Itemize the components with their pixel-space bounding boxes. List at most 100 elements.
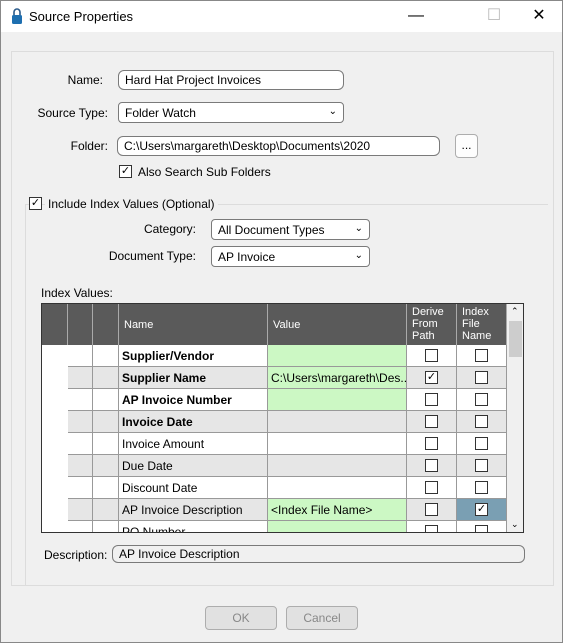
cell-value[interactable] [268, 433, 407, 455]
index-file-name-checkbox[interactable] [475, 371, 488, 384]
row-cell [93, 477, 119, 499]
header-index-file-name[interactable]: Index File Name [457, 304, 507, 345]
row-indicator[interactable] [42, 455, 68, 477]
index-file-name-checkbox[interactable] [475, 437, 488, 450]
lock-icon [12, 8, 22, 24]
row-cell [68, 389, 93, 411]
derive-from-path-checkbox[interactable] [425, 393, 438, 406]
row-name: PO Number [122, 525, 186, 533]
document-type-label: Document Type: [108, 249, 196, 263]
cell-value[interactable] [268, 521, 407, 532]
scrollbar-thumb[interactable] [509, 321, 522, 357]
header-blank [68, 304, 93, 345]
row-indicator[interactable] [42, 433, 68, 455]
row-cell [68, 433, 93, 455]
table-row[interactable]: AP Invoice Description <Index File Name> ✓ [42, 499, 507, 521]
row-value: C:\Users\margareth\Des... [271, 371, 407, 385]
minimize-button[interactable]: — [401, 5, 431, 27]
index-file-name-checkbox[interactable] [475, 415, 488, 428]
row-indicator[interactable] [42, 411, 68, 433]
maximize-button[interactable]: ☐ [479, 5, 509, 27]
scroll-down-icon[interactable]: ⌄ [511, 519, 519, 530]
cell-derive [407, 499, 457, 521]
table-row[interactable]: AP Invoice Number [42, 389, 507, 411]
cell-name: AP Invoice Number [119, 389, 268, 411]
derive-from-path-checkbox[interactable] [425, 481, 438, 494]
index-file-name-checkbox[interactable] [475, 525, 488, 532]
category-select[interactable]: All Document Types ⌄ [211, 219, 370, 240]
table-row[interactable]: Supplier/Vendor [42, 345, 507, 367]
table-row[interactable]: Supplier Name C:\Users\margareth\Des... ✓ [42, 367, 507, 389]
index-file-name-checkbox[interactable] [475, 459, 488, 472]
header-derive-from-path[interactable]: Derive From Path [407, 304, 457, 345]
description-label: Description: [44, 548, 108, 562]
cell-index [457, 389, 507, 411]
row-value: <Index File Name> [271, 503, 373, 517]
table-row[interactable]: Invoice Amount [42, 433, 507, 455]
close-button[interactable]: ✕ [524, 5, 554, 27]
row-cell [93, 389, 119, 411]
row-name: Supplier Name [122, 371, 207, 385]
table-row[interactable]: Discount Date [42, 477, 507, 499]
row-indicator[interactable] [42, 367, 68, 389]
cell-index [457, 477, 507, 499]
vertical-scrollbar[interactable]: ⌃ ⌄ [507, 304, 523, 532]
header-value[interactable]: Value [268, 304, 407, 345]
cell-derive [407, 521, 457, 532]
row-cell [68, 411, 93, 433]
derive-from-path-checkbox[interactable] [425, 525, 438, 532]
derive-from-path-checkbox[interactable] [425, 415, 438, 428]
index-file-name-checkbox[interactable]: ✓ [475, 503, 488, 516]
derive-from-path-checkbox[interactable] [425, 349, 438, 362]
include-index-checkbox[interactable]: ✓ [29, 197, 42, 210]
browse-button[interactable]: ... [455, 134, 478, 158]
cell-derive [407, 345, 457, 367]
cell-name: Due Date [119, 455, 268, 477]
row-indicator[interactable] [42, 499, 68, 521]
cell-value[interactable] [268, 345, 407, 367]
table-row[interactable]: PO Number [42, 521, 507, 533]
derive-from-path-checkbox[interactable]: ✓ [425, 371, 438, 384]
cell-derive [407, 455, 457, 477]
row-cell [93, 433, 119, 455]
cell-value[interactable] [268, 477, 407, 499]
header-name[interactable]: Name [119, 304, 268, 345]
scroll-up-icon[interactable]: ⌃ [511, 306, 519, 317]
cancel-button[interactable]: Cancel [286, 606, 358, 630]
cell-index [457, 455, 507, 477]
cell-value[interactable] [268, 455, 407, 477]
derive-from-path-checkbox[interactable] [425, 459, 438, 472]
source-type-select[interactable]: Folder Watch ⌄ [118, 102, 344, 123]
row-indicator[interactable] [42, 521, 68, 532]
folder-input[interactable]: C:\Users\margareth\Desktop\Documents\202… [117, 136, 440, 156]
document-type-select[interactable]: AP Invoice ⌄ [211, 246, 370, 267]
chevron-down-icon: ⌄ [354, 250, 363, 261]
cell-value[interactable]: <Index File Name> [268, 499, 407, 521]
cell-derive [407, 411, 457, 433]
row-name: Due Date [122, 459, 173, 473]
row-indicator[interactable] [42, 345, 68, 367]
row-name: Invoice Amount [122, 437, 205, 451]
row-cell [68, 345, 93, 367]
table-row[interactable]: Due Date [42, 455, 507, 477]
cell-name: Supplier/Vendor [119, 345, 268, 367]
row-indicator[interactable] [42, 477, 68, 499]
cell-value[interactable]: C:\Users\margareth\Des... [268, 367, 407, 389]
index-file-name-checkbox[interactable] [475, 481, 488, 494]
derive-from-path-checkbox[interactable] [425, 503, 438, 516]
row-cell [68, 499, 93, 521]
ok-button[interactable]: OK [205, 606, 277, 630]
row-cell [93, 411, 119, 433]
header-blank [42, 304, 68, 345]
table-row[interactable]: Invoice Date [42, 411, 507, 433]
header-blank [93, 304, 119, 345]
index-file-name-checkbox[interactable] [475, 349, 488, 362]
derive-from-path-checkbox[interactable] [425, 437, 438, 450]
row-indicator[interactable] [42, 389, 68, 411]
name-input[interactable]: Hard Hat Project Invoices [118, 70, 344, 90]
index-file-name-checkbox[interactable] [475, 393, 488, 406]
cell-index [457, 411, 507, 433]
cell-value[interactable] [268, 411, 407, 433]
cell-value[interactable] [268, 389, 407, 411]
subfolders-checkbox[interactable]: ✓ [119, 165, 132, 178]
